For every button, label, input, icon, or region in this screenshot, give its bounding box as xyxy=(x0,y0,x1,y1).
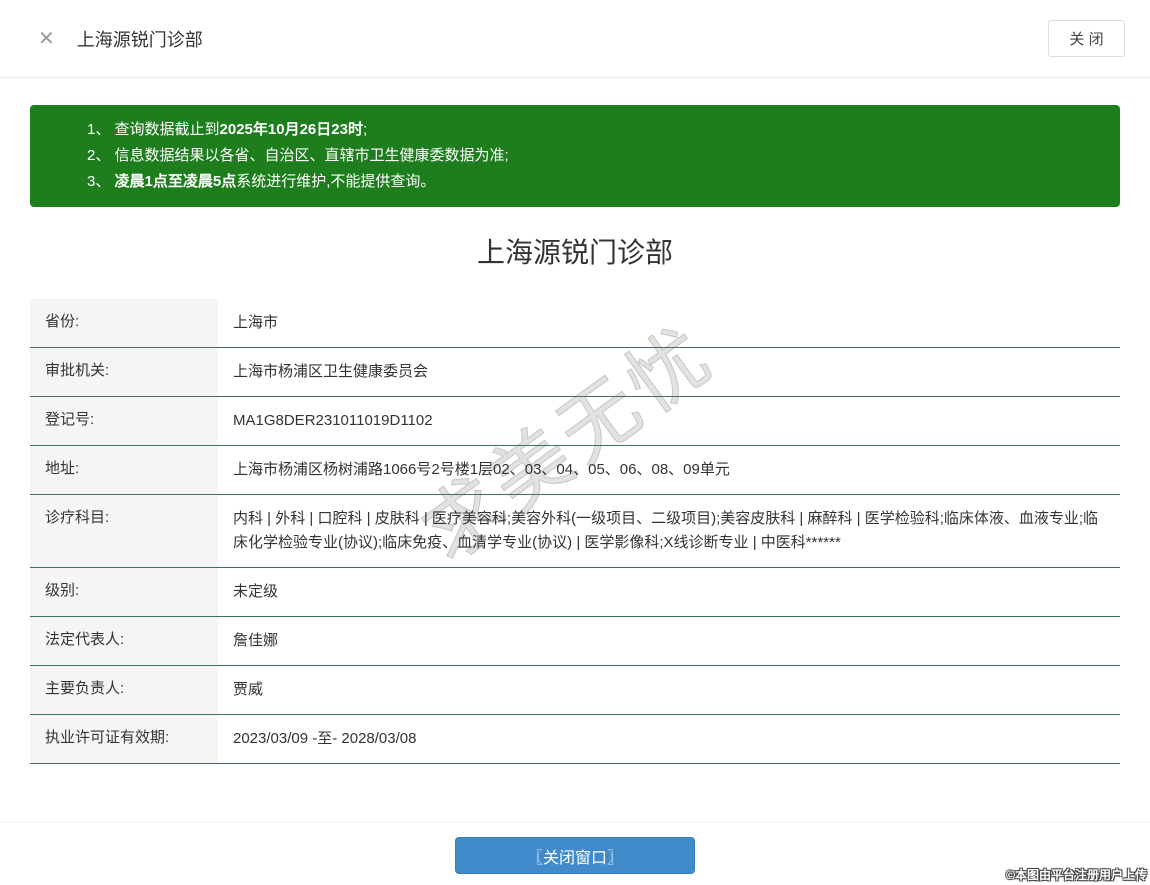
table-row-level: 级别: 未定级 xyxy=(30,568,1120,617)
row-label: 登记号: xyxy=(30,397,218,445)
row-value: 未定级 xyxy=(218,568,1120,616)
table-row-registration-number: 登记号: MA1G8DER231011019D1102 xyxy=(30,397,1120,446)
notice-line-3: 3、 凌晨1点至凌晨5点系统进行维护,不能提供查询。 xyxy=(87,169,1100,195)
row-label: 法定代表人: xyxy=(30,617,218,665)
facility-info-table: 省份: 上海市 审批机关: 上海市杨浦区卫生健康委员会 登记号: MA1G8DE… xyxy=(30,299,1120,764)
row-label: 地址: xyxy=(30,446,218,494)
row-value: 2023/03/09 -至- 2028/03/08 xyxy=(218,715,1120,763)
row-value: 上海市杨浦区卫生健康委员会 xyxy=(218,348,1120,396)
row-label: 主要负责人: xyxy=(30,666,218,714)
table-row-medical-subjects: 诊疗科目: 内科 | 外科 | 口腔科 | 皮肤科 | 医疗美容科;美容外科(一… xyxy=(30,495,1120,568)
notice-line-2: 2、 信息数据结果以各省、自治区、直辖市卫生健康委数据为准; xyxy=(87,143,1100,169)
close-x-icon[interactable]: ✕ xyxy=(38,29,55,49)
table-row-main-person-in-charge: 主要负责人: 贾威 xyxy=(30,666,1120,715)
row-value: 贾威 xyxy=(218,666,1120,714)
notice-line-1: 1、 查询数据截止到2025年10月26日23时; xyxy=(87,117,1100,143)
row-label: 诊疗科目: xyxy=(30,495,218,567)
notice-box: 1、 查询数据截止到2025年10月26日23时; 2、 信息数据结果以各省、自… xyxy=(30,105,1120,207)
close-button[interactable]: 关 闭 xyxy=(1048,20,1125,57)
table-row-province: 省份: 上海市 xyxy=(30,299,1120,348)
top-header-bar: ✕ 上海源锐门诊部 关 闭 xyxy=(0,0,1150,78)
footer-bar: 〖关闭窗口〗 xyxy=(0,822,1150,885)
row-value: 上海市杨浦区杨树浦路1066号2号楼1层02、03、04、05、06、08、09… xyxy=(218,446,1120,494)
row-value: 内科 | 外科 | 口腔科 | 皮肤科 | 医疗美容科;美容外科(一级项目、二级… xyxy=(218,495,1120,567)
row-value: 詹佳娜 xyxy=(218,617,1120,665)
row-label: 级别: xyxy=(30,568,218,616)
close-window-button[interactable]: 〖关闭窗口〗 xyxy=(455,837,695,874)
row-value: 上海市 xyxy=(218,299,1120,347)
row-label: 执业许可证有效期: xyxy=(30,715,218,763)
table-row-approval-authority: 审批机关: 上海市杨浦区卫生健康委员会 xyxy=(30,348,1120,397)
row-label: 省份: xyxy=(30,299,218,347)
uploader-credit-watermark: ©本图由平台注册用户上传 xyxy=(1006,866,1147,883)
row-label: 审批机关: xyxy=(30,348,218,396)
row-value: MA1G8DER231011019D1102 xyxy=(218,397,1120,445)
main-content: 1、 查询数据截止到2025年10月26日23时; 2、 信息数据结果以各省、自… xyxy=(0,105,1150,764)
facility-title: 上海源锐门诊部 xyxy=(30,235,1120,271)
window-title: 上海源锐门诊部 xyxy=(77,26,203,52)
table-row-license-validity: 执业许可证有效期: 2023/03/09 -至- 2028/03/08 xyxy=(30,715,1120,764)
table-row-legal-representative: 法定代表人: 詹佳娜 xyxy=(30,617,1120,666)
table-row-address: 地址: 上海市杨浦区杨树浦路1066号2号楼1层02、03、04、05、06、0… xyxy=(30,446,1120,495)
